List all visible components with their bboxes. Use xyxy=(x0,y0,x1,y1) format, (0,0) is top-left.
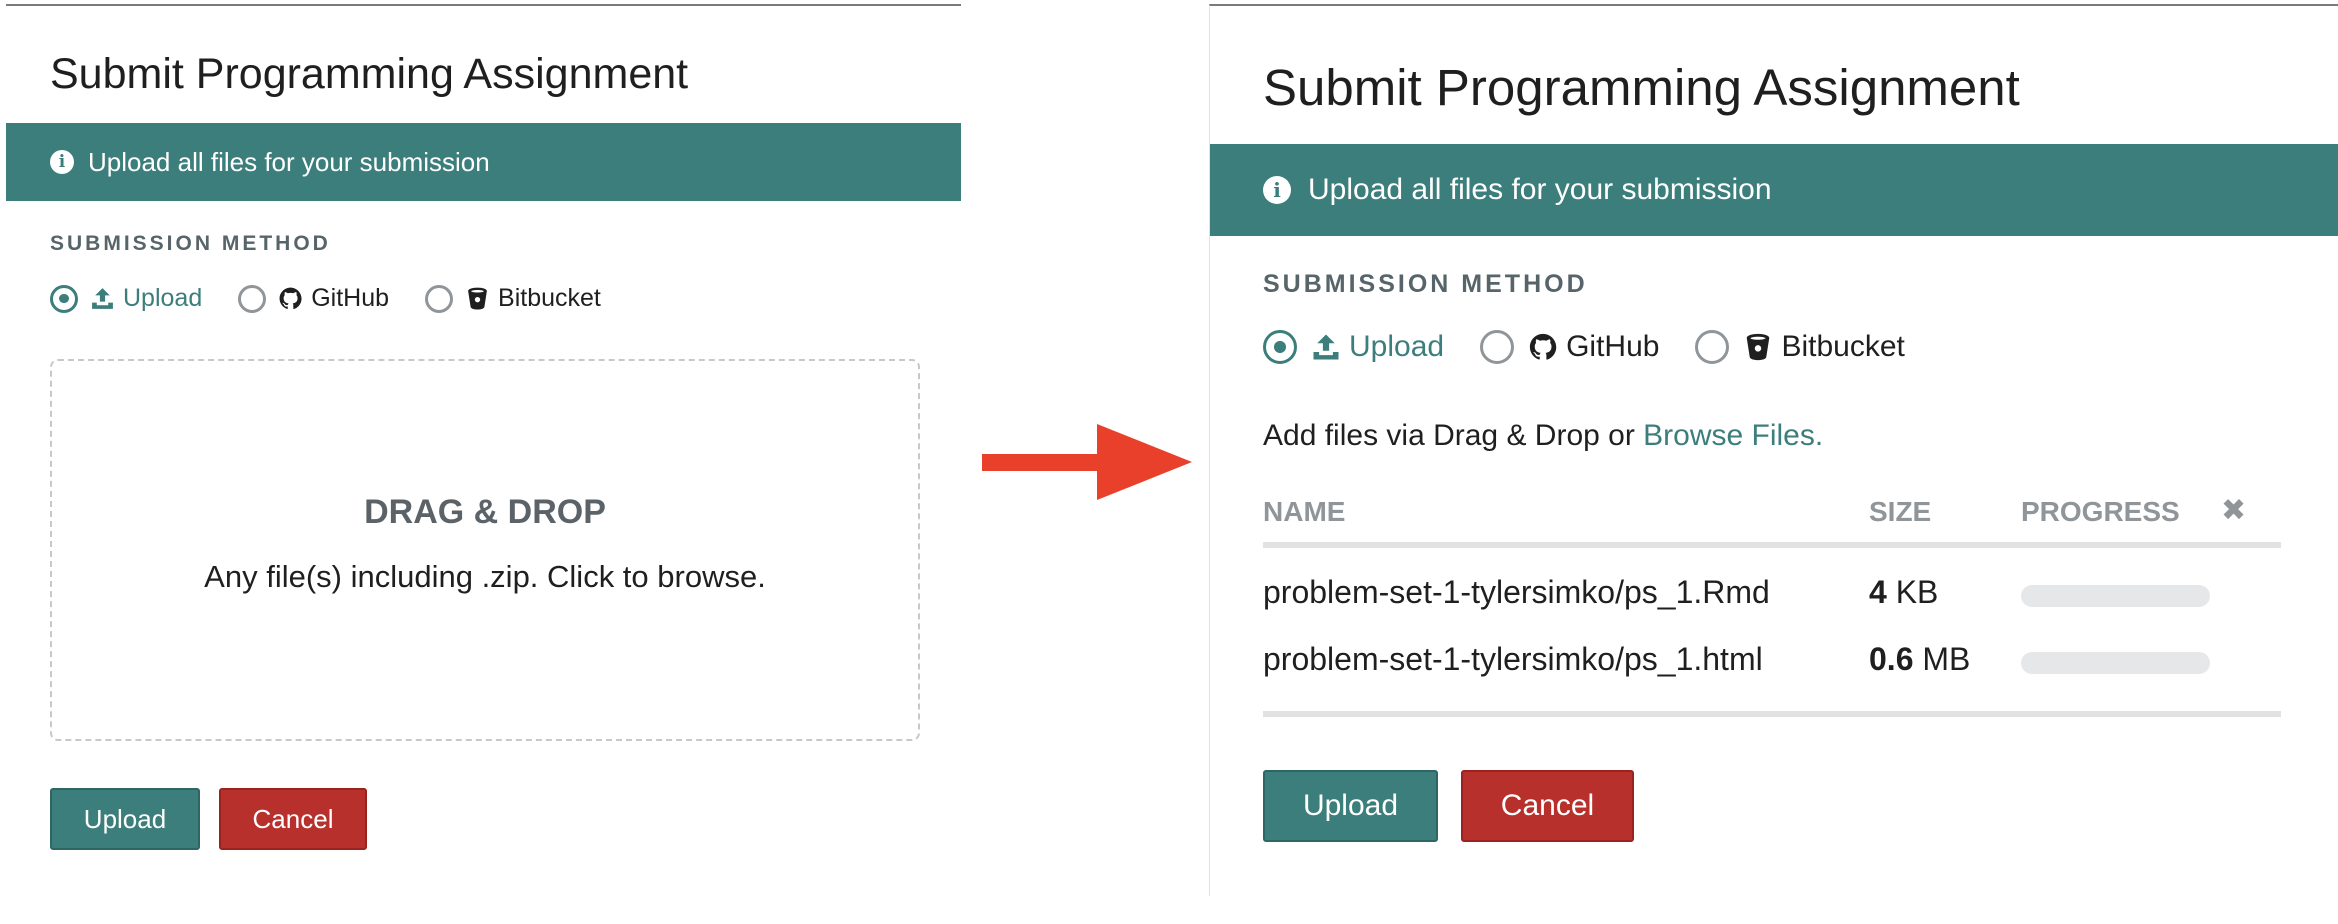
column-header-size: SIZE xyxy=(1869,496,1932,527)
radio-github[interactable] xyxy=(238,284,267,313)
radio-github[interactable] xyxy=(1480,330,1515,364)
upload-button[interactable]: Upload xyxy=(1263,770,1438,842)
add-files-instructions: Add files via Drag & Drop or Browse File… xyxy=(1263,419,1823,453)
file-size-unit: KB xyxy=(1895,574,1939,610)
method-option-upload[interactable]: Upload xyxy=(1263,330,1444,364)
method-label-bitbucket: Bitbucket xyxy=(498,284,601,312)
info-banner: i Upload all files for your submission xyxy=(6,123,961,201)
cancel-button[interactable]: Cancel xyxy=(1461,770,1634,842)
radio-upload[interactable] xyxy=(1263,330,1297,364)
file-size-value: 0.6 xyxy=(1869,641,1914,677)
file-name: problem-set-1-tylersimko/ps_1.html xyxy=(1263,641,1763,677)
submission-method-options: Upload GitHub Bitbucket xyxy=(1263,330,1941,364)
progress-bar xyxy=(2021,585,2210,607)
column-header-progress: PROGRESS xyxy=(2021,496,2180,527)
browse-files-link[interactable]: Browse Files. xyxy=(1643,419,1823,452)
info-icon: i xyxy=(50,150,74,174)
method-label-upload: Upload xyxy=(1349,330,1445,363)
submit-dialog-before: Submit Programming Assignment i Upload a… xyxy=(6,4,961,886)
add-files-text: Add files via Drag & Drop or xyxy=(1263,419,1644,452)
radio-bitbucket[interactable] xyxy=(1695,330,1730,364)
submit-dialog-after: Submit Programming Assignment i Upload a… xyxy=(1209,4,2338,896)
file-size: 0.6 MB xyxy=(1869,641,1970,678)
info-icon: i xyxy=(1263,176,1291,204)
submission-method-label: SUBMISSION METHOD xyxy=(50,232,331,255)
method-label-bitbucket: Bitbucket xyxy=(1781,330,1905,363)
method-label-github: GitHub xyxy=(1566,330,1660,363)
cancel-button[interactable]: Cancel xyxy=(219,788,367,850)
method-option-bitbucket[interactable]: Bitbucket xyxy=(1695,330,1905,364)
file-name: problem-set-1-tylersimko/ps_1.Rmd xyxy=(1263,574,1770,610)
submission-method-label: SUBMISSION METHOD xyxy=(1263,270,1588,298)
method-option-github[interactable]: GitHub xyxy=(238,284,389,313)
upload-button[interactable]: Upload xyxy=(50,788,200,850)
method-option-github[interactable]: GitHub xyxy=(1480,330,1659,364)
file-dropzone[interactable]: DRAG & DROP Any file(s) including .zip. … xyxy=(50,359,920,741)
github-icon xyxy=(1528,332,1558,362)
dropzone-title: DRAG & DROP xyxy=(364,493,606,531)
table-header-divider xyxy=(1263,542,2281,548)
method-label-upload: Upload xyxy=(123,284,203,312)
table-row: problem-set-1-tylersimko/ps_1.Rmd 4 KB xyxy=(1263,566,2281,622)
info-banner: i Upload all files for your submission xyxy=(1210,144,2338,236)
table-row: problem-set-1-tylersimko/ps_1.html 0.6 M… xyxy=(1263,633,2281,689)
radio-upload[interactable] xyxy=(50,284,78,313)
method-option-bitbucket[interactable]: Bitbucket xyxy=(425,284,601,313)
column-header-name: NAME xyxy=(1263,496,1346,527)
table-bottom-divider xyxy=(1263,711,2281,717)
dropzone-subtitle: Any file(s) including .zip. Click to bro… xyxy=(204,559,766,594)
file-size-unit: MB xyxy=(1922,641,1971,677)
github-icon xyxy=(278,286,303,311)
bitbucket-icon xyxy=(465,286,490,311)
method-option-upload[interactable]: Upload xyxy=(50,284,202,313)
radio-bitbucket[interactable] xyxy=(425,284,454,313)
upload-icon xyxy=(90,286,115,311)
progress-bar xyxy=(2021,652,2210,674)
method-label-github: GitHub xyxy=(311,284,390,312)
file-size: 4 KB xyxy=(1869,574,1938,611)
arrow-right-icon xyxy=(982,424,1192,500)
close-icon[interactable]: ✖ xyxy=(2221,496,2246,526)
info-banner-text: Upload all files for your submission xyxy=(88,146,490,177)
file-size-value: 4 xyxy=(1869,574,1887,610)
dialog-title: Submit Programming Assignment xyxy=(1263,59,2020,116)
submission-method-options: Upload GitHub Bitbucket xyxy=(50,284,637,313)
upload-icon xyxy=(1311,332,1341,362)
info-banner-text: Upload all files for your submission xyxy=(1308,173,1772,206)
bitbucket-icon xyxy=(1743,332,1773,362)
dialog-title: Submit Programming Assignment xyxy=(50,50,689,98)
